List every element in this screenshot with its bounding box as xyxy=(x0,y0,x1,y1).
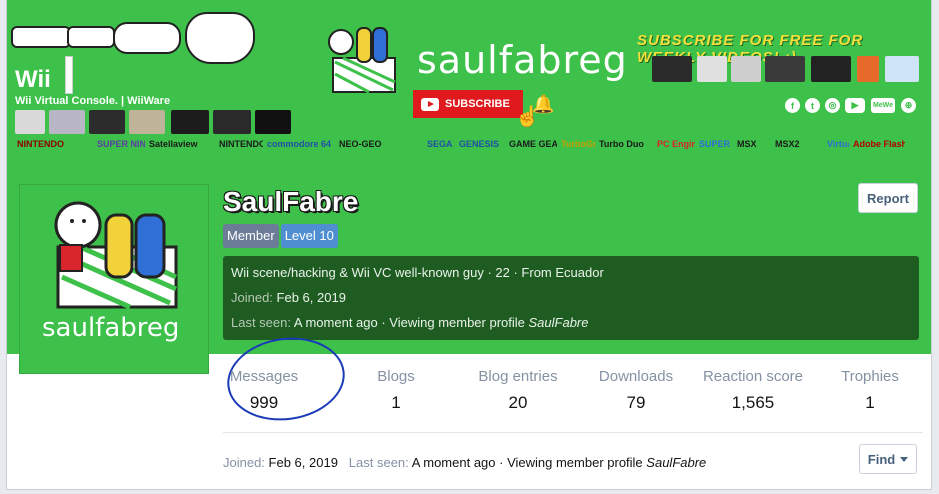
stat-downloads[interactable]: Downloads 79 xyxy=(581,368,691,413)
classic-controller-art xyxy=(113,22,181,54)
level-badge: Level 10 xyxy=(280,224,338,248)
gamecube-controller-art xyxy=(185,12,255,64)
platform-logo: Turbo Duo xyxy=(599,139,644,149)
globe-icon[interactable]: ⊕ xyxy=(901,98,916,113)
footer-last-seen-value: A moment ago · Viewing member profile xyxy=(411,455,643,470)
platform-logo: MSX xyxy=(737,139,757,149)
stat-blog-entries[interactable]: Blog entries 20 xyxy=(463,368,573,413)
virtual-console-logo: Wii Virtual Console. | WiiWare xyxy=(15,95,171,107)
mascot-logo-art xyxy=(328,27,396,94)
footer-joined-value: Feb 6, 2019 xyxy=(268,455,338,470)
console-art-1 xyxy=(652,56,692,82)
console-sms-art xyxy=(213,110,251,134)
profile-username: SaulFabre xyxy=(223,186,359,217)
stat-value: 1 xyxy=(865,393,875,412)
stat-label: Blog entries xyxy=(478,368,558,385)
pointer-hand-icon: ☝ xyxy=(515,106,540,128)
stat-label: Downloads xyxy=(598,368,674,385)
platform-logo: MSX2 xyxy=(775,139,800,149)
footer-joined-label: Joined: xyxy=(223,455,265,470)
platform-logo: PC Engine xyxy=(657,139,695,149)
avatar[interactable]: saulfabreg xyxy=(19,184,209,374)
platform-logo: commodore 64 xyxy=(267,139,332,149)
last-seen-profile: SaulFabre xyxy=(528,315,589,330)
platform-logo: Satellaview xyxy=(149,139,198,149)
footer-meta: Joined: Feb 6, 2019 Last seen: A moment … xyxy=(223,455,706,470)
wii-remote-art-2 xyxy=(67,26,115,48)
stat-messages[interactable]: Messages 999 xyxy=(209,368,319,413)
footer-last-seen-label: Last seen: xyxy=(348,455,409,470)
joined-line: Joined: Feb 6, 2019 xyxy=(231,290,911,315)
joined-label: Joined: xyxy=(231,290,273,305)
subscribe-button[interactable]: SUBSCRIBE xyxy=(413,90,523,118)
twitter-icon[interactable]: t xyxy=(805,98,820,113)
find-button[interactable]: Find xyxy=(859,444,917,474)
stat-label: Trophies xyxy=(841,368,899,385)
platform-logo: NINTENDO xyxy=(17,139,64,149)
computer-monitor-art xyxy=(885,56,919,82)
joined-value: Feb 6, 2019 xyxy=(276,290,346,305)
wii-remote-art xyxy=(11,26,71,48)
console-art-6 xyxy=(857,56,879,82)
stat-blogs[interactable]: Blogs 1 xyxy=(341,368,451,413)
stat-trophies[interactable]: Trophies 1 xyxy=(815,368,925,413)
platform-logo: NINTENDO64 xyxy=(219,139,263,149)
console-nes-art xyxy=(15,110,45,134)
console-art-5 xyxy=(811,56,851,82)
member-badge: Member xyxy=(223,224,279,248)
console-genesis-art xyxy=(255,110,291,134)
last-seen-label: Last seen: xyxy=(231,315,291,330)
facebook-icon[interactable]: f xyxy=(785,98,800,113)
console-neogeo-art xyxy=(171,110,209,134)
platform-logo: Adobe Flash xyxy=(853,139,905,149)
instagram-icon[interactable]: ◎ xyxy=(825,98,840,113)
last-seen-line: Last seen: A moment ago · Viewing member… xyxy=(231,315,911,340)
profile-info-panel: Wii scene/hacking & Wii VC well-known gu… xyxy=(223,256,919,340)
profile-stats: Messages 999 Blogs 1 Blog entries 20 Dow… xyxy=(223,368,923,418)
report-button[interactable]: Report xyxy=(858,183,918,213)
stat-label: Blogs xyxy=(377,368,415,385)
platform-logo: TurboGrafx xyxy=(561,139,595,149)
about-line: Wii scene/hacking & Wii VC well-known gu… xyxy=(231,265,604,280)
wii-logo: Wii xyxy=(15,66,51,93)
avatar-wordmark: saulfabreg xyxy=(42,313,180,343)
platform-logo: SUPER xyxy=(699,139,731,149)
profile-card: Wii Wii Virtual Console. | WiiWare NINTE… xyxy=(6,0,932,490)
stat-label: Messages xyxy=(229,368,299,385)
stat-value: 20 xyxy=(508,393,528,412)
stat-value: 79 xyxy=(626,393,646,412)
console-snes-art xyxy=(49,110,85,134)
chevron-down-icon xyxy=(900,456,909,462)
wii-console-art xyxy=(65,56,73,94)
avatar-mascot-art xyxy=(54,201,178,310)
footer-last-seen-profile: SaulFabre xyxy=(646,455,707,470)
stat-reaction-score[interactable]: Reaction score 1,565 xyxy=(691,368,815,413)
stat-label: Reaction score xyxy=(702,368,804,385)
last-seen-value: A moment ago · Viewing member profile xyxy=(293,315,525,330)
console-c64-art xyxy=(129,110,165,134)
stat-value: 999 xyxy=(249,393,279,412)
find-label: Find xyxy=(867,451,896,467)
stat-value: 1,565 xyxy=(731,393,775,412)
platform-logo: GAME GEAR xyxy=(509,139,557,149)
mewe-icon[interactable]: MeWe xyxy=(871,98,895,113)
console-art-4 xyxy=(765,56,805,82)
brand-wordmark: saulfabreg xyxy=(417,38,628,82)
platform-logo: Virtual Console Arcade xyxy=(827,139,849,149)
console-n64-art xyxy=(89,110,125,134)
platform-logo: SUPER NINTENDO xyxy=(97,139,145,149)
platform-logo: SEGA MASTER SYSTEM xyxy=(427,139,455,149)
subscribe-label: SUBSCRIBE xyxy=(445,98,510,110)
youtube-icon xyxy=(421,97,439,111)
console-art-3 xyxy=(731,56,761,82)
platform-logo: NEO-GEO xyxy=(339,139,382,149)
divider xyxy=(223,432,923,433)
platform-logo: GENESIS xyxy=(459,139,500,149)
platform-logo-strip: NINTENDO SUPER NINTENDO Satellaview NINTEND… xyxy=(7,136,907,152)
stat-value: 1 xyxy=(391,393,401,412)
console-art-2 xyxy=(697,56,727,82)
youtube-icon[interactable]: ▶ xyxy=(845,98,865,113)
user-badges: Member Level 10 xyxy=(223,224,338,248)
